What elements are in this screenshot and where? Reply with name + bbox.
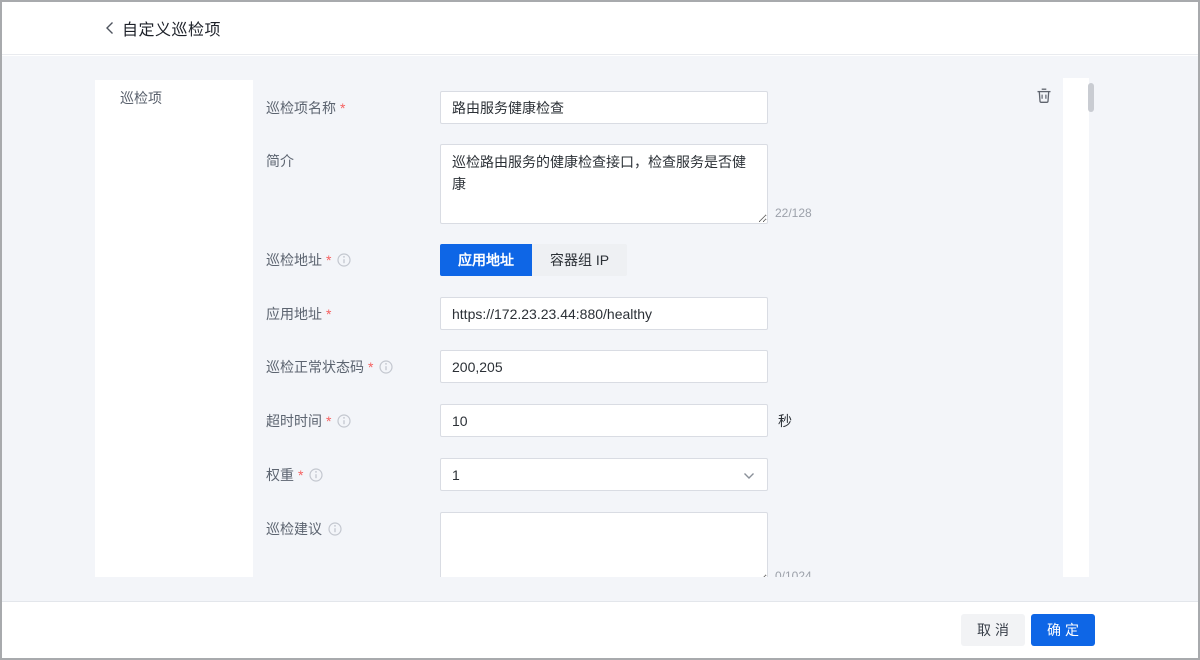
trash-icon bbox=[1036, 87, 1052, 104]
field-label-app-address: 应用地址* bbox=[266, 304, 440, 324]
timeout-unit: 秒 bbox=[778, 411, 792, 431]
footer: 取消 确定 bbox=[2, 601, 1198, 658]
info-icon[interactable] bbox=[337, 253, 351, 267]
required-mark: * bbox=[326, 252, 331, 268]
status-codes-input[interactable] bbox=[440, 350, 768, 383]
intro-textarea[interactable]: 巡检路由服务的健康检查接口，检查服务是否健康 bbox=[440, 144, 768, 224]
form-row-address-type: 巡检地址* 应用地址 容器组 IP bbox=[266, 244, 627, 276]
scrollbar-thumb[interactable] bbox=[1088, 83, 1094, 112]
form-row-name: 巡检项名称* bbox=[266, 91, 768, 124]
form-row-app-address: 应用地址* bbox=[266, 297, 768, 330]
required-mark: * bbox=[368, 359, 373, 375]
field-label-status-codes: 巡检正常状态码* bbox=[266, 357, 440, 377]
suggestion-char-counter: 0/1024 bbox=[775, 569, 812, 577]
chevron-down-icon bbox=[743, 472, 755, 480]
app-address-input[interactable] bbox=[440, 297, 768, 330]
field-label-timeout: 超时时间* bbox=[266, 411, 440, 431]
form-row-weight: 权重* 1 bbox=[266, 458, 768, 491]
sidebar-item-inspection[interactable]: 巡检项 bbox=[95, 80, 253, 108]
name-input[interactable] bbox=[440, 91, 768, 124]
form-row-intro: 简介 巡检路由服务的健康检查接口，检查服务是否健康 22/128 bbox=[266, 144, 768, 224]
weight-select-value: 1 bbox=[452, 467, 460, 483]
header: 自定义巡检项 bbox=[2, 2, 1198, 55]
required-mark: * bbox=[340, 100, 345, 116]
field-label-address-type: 巡检地址* bbox=[266, 250, 440, 270]
field-label-suggestion: 巡检建议 bbox=[266, 512, 440, 539]
info-icon[interactable] bbox=[328, 522, 342, 536]
required-mark: * bbox=[326, 413, 331, 429]
required-mark: * bbox=[298, 467, 303, 483]
form-row-suggestion: 巡检建议 0/1024 bbox=[266, 512, 768, 577]
cancel-button[interactable]: 取消 bbox=[961, 614, 1025, 646]
info-icon[interactable] bbox=[337, 414, 351, 428]
confirm-button[interactable]: 确定 bbox=[1031, 614, 1095, 646]
weight-select[interactable]: 1 bbox=[440, 458, 768, 491]
form-row-status-codes: 巡检正常状态码* bbox=[266, 350, 768, 383]
field-label-weight: 权重* bbox=[266, 465, 440, 485]
field-label-intro: 简介 bbox=[266, 144, 440, 171]
custom-inspection-dialog: 自定义巡检项 巡检项 巡检项名称* 简介 巡检路由服务的健康检查接口，检查服务是… bbox=[0, 0, 1200, 660]
suggestion-textarea[interactable] bbox=[440, 512, 768, 577]
scroll-area: 巡检项 巡检项名称* 简介 巡检路由服务的健康检查接口，检查服务是否健康 22/… bbox=[2, 56, 1198, 577]
right-panel-strip bbox=[1063, 78, 1089, 577]
info-icon[interactable] bbox=[309, 468, 323, 482]
info-icon[interactable] bbox=[379, 360, 393, 374]
address-type-toggle: 应用地址 容器组 IP bbox=[440, 244, 627, 276]
toggle-pod-ip[interactable]: 容器组 IP bbox=[532, 244, 627, 276]
field-label-name: 巡检项名称* bbox=[266, 98, 440, 118]
toggle-app-address[interactable]: 应用地址 bbox=[440, 244, 532, 276]
form-row-timeout: 超时时间* 秒 bbox=[266, 404, 792, 437]
intro-char-counter: 22/128 bbox=[775, 206, 812, 220]
page-title: 自定义巡检项 bbox=[122, 16, 221, 40]
main-content: 巡检项 巡检项名称* 简介 巡检路由服务的健康检查接口，检查服务是否健康 22/… bbox=[2, 56, 1198, 601]
chevron-left-icon bbox=[104, 20, 116, 36]
delete-button[interactable] bbox=[1034, 85, 1054, 105]
sidebar-card: 巡检项 bbox=[95, 80, 253, 577]
required-mark: * bbox=[326, 306, 331, 322]
back-button[interactable] bbox=[100, 18, 120, 38]
timeout-input[interactable] bbox=[440, 404, 768, 437]
